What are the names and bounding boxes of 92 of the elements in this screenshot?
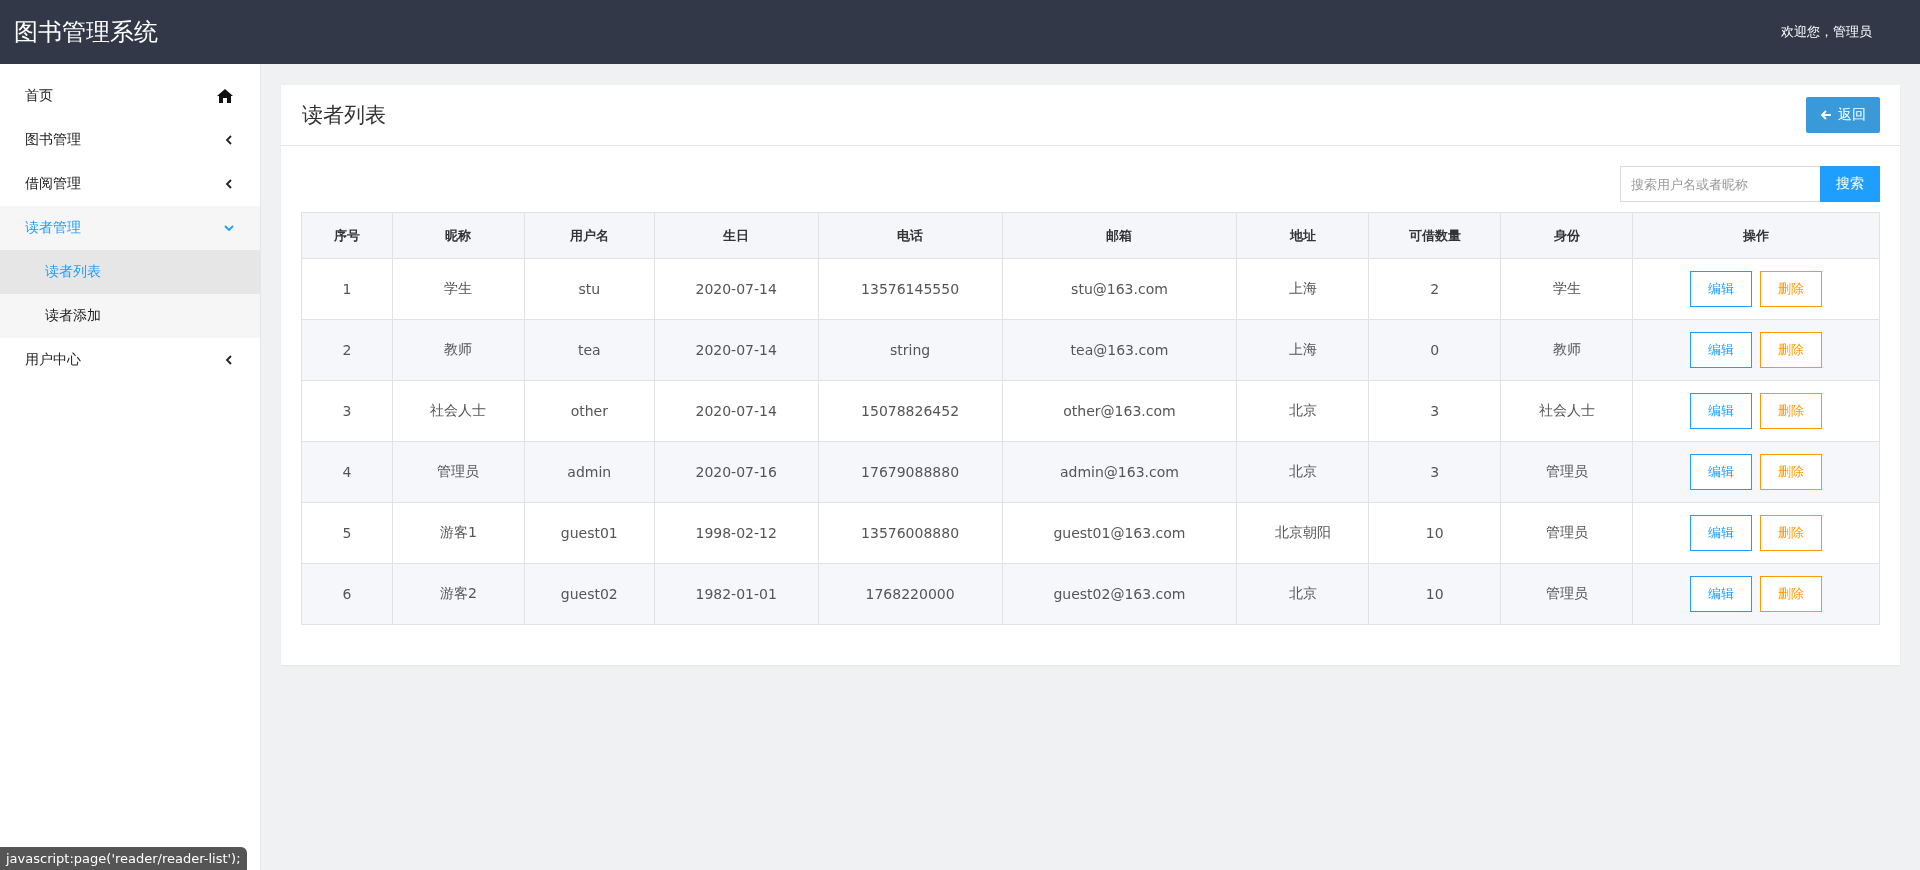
table-cell: 管理员 xyxy=(1500,563,1633,625)
edit-button[interactable]: 编辑 xyxy=(1690,271,1753,307)
table-cell: 社会人士 xyxy=(1500,380,1633,442)
table-cell: stu@163.com xyxy=(1002,258,1237,320)
table-cell: 17679088880 xyxy=(818,441,1003,503)
search-field[interactable]: 搜索用户名或者昵称 xyxy=(1620,166,1820,202)
table-cell: admin xyxy=(524,441,655,503)
column-header: 昵称 xyxy=(392,212,525,259)
table-cell: other@163.com xyxy=(1002,380,1237,442)
table-cell: 教师 xyxy=(1500,319,1633,381)
table-cell: 13576145550 xyxy=(818,258,1003,320)
app-title: 图书管理系统 xyxy=(14,17,158,48)
table-cell: 3 xyxy=(1368,441,1501,503)
chevron-down-icon xyxy=(224,223,234,233)
table-cell: 0 xyxy=(1368,319,1501,381)
edit-button[interactable]: 编辑 xyxy=(1690,454,1753,490)
table-cell: 3 xyxy=(1368,380,1501,442)
search-button[interactable]: 搜索 xyxy=(1820,166,1880,202)
home-icon xyxy=(216,88,234,104)
table-cell: guest02@163.com xyxy=(1002,563,1237,625)
table-cell: 北京 xyxy=(1236,380,1369,442)
back-button[interactable]: 返回 xyxy=(1806,97,1880,133)
table-cell: 北京 xyxy=(1236,563,1369,625)
table-cell: guest01 xyxy=(524,502,655,564)
delete-button[interactable]: 删除 xyxy=(1760,515,1823,551)
table-cell: stu xyxy=(524,258,655,320)
table-cell: admin@163.com xyxy=(1002,441,1237,503)
table-cell: tea xyxy=(524,319,655,381)
table-cell: 管理员 xyxy=(1500,441,1633,503)
table-cell: 上海 xyxy=(1236,319,1369,381)
table-cell: 13576008880 xyxy=(818,502,1003,564)
table-cell: guest02 xyxy=(524,563,655,625)
table-cell: tea@163.com xyxy=(1002,319,1237,381)
table-cell: 4 xyxy=(301,441,393,503)
table-cell: 游客1 xyxy=(392,502,525,564)
table-cell: 2020-07-14 xyxy=(654,380,819,442)
table-cell: 3 xyxy=(301,380,393,442)
table-cell: 6 xyxy=(301,563,393,625)
table-cell: 15078826452 xyxy=(818,380,1003,442)
table-cell: other xyxy=(524,380,655,442)
table-cell: 社会人士 xyxy=(392,380,525,442)
column-header: 用户名 xyxy=(524,212,655,259)
table-cell: 2020-07-14 xyxy=(654,258,819,320)
panel-title: 读者列表 xyxy=(302,102,386,129)
table-cell: 1982-01-01 xyxy=(654,563,819,625)
column-header: 邮箱 xyxy=(1002,212,1237,259)
table-cell: 管理员 xyxy=(392,441,525,503)
table-cell: 1 xyxy=(301,258,393,320)
delete-button[interactable]: 删除 xyxy=(1760,576,1823,612)
table-cell: 10 xyxy=(1368,502,1501,564)
edit-button[interactable]: 编辑 xyxy=(1690,332,1753,368)
table-cell: 10 xyxy=(1368,563,1501,625)
table-cell: 教师 xyxy=(392,319,525,381)
column-header: 生日 xyxy=(654,212,819,259)
welcome-text: 欢迎您，管理员 xyxy=(1781,23,1872,41)
delete-button[interactable]: 删除 xyxy=(1760,332,1823,368)
chevron-left-icon xyxy=(224,179,234,189)
column-header: 可借数量 xyxy=(1368,212,1501,259)
chevron-left-icon xyxy=(224,135,234,145)
table-cell: string xyxy=(818,319,1003,381)
sidebar-subitem[interactable]: 读者添加 xyxy=(0,294,260,338)
table-cell: 管理员 xyxy=(1500,502,1633,564)
delete-button[interactable]: 删除 xyxy=(1760,271,1823,307)
edit-button[interactable]: 编辑 xyxy=(1690,576,1753,612)
delete-button[interactable]: 删除 xyxy=(1760,393,1823,429)
table-cell: 2020-07-14 xyxy=(654,319,819,381)
table-cell: 北京 xyxy=(1236,441,1369,503)
link-preview: javascript:page('reader/reader-list'); xyxy=(0,847,247,870)
table-cell: 1998-02-12 xyxy=(654,502,819,564)
delete-button[interactable]: 删除 xyxy=(1760,454,1823,490)
table-cell: 上海 xyxy=(1236,258,1369,320)
edit-button[interactable]: 编辑 xyxy=(1690,515,1753,551)
table-cell: 游客2 xyxy=(392,563,525,625)
column-header: 序号 xyxy=(301,212,393,259)
chevron-left-icon xyxy=(224,355,234,365)
table-cell: 5 xyxy=(301,502,393,564)
table-cell: guest01@163.com xyxy=(1002,502,1237,564)
sidebar-subitem[interactable]: 读者列表 xyxy=(0,250,260,294)
table-cell: 学生 xyxy=(1500,258,1633,320)
column-header: 身份 xyxy=(1500,212,1633,259)
table-cell: 2 xyxy=(1368,258,1501,320)
edit-button[interactable]: 编辑 xyxy=(1690,393,1753,429)
table-cell: 2020-07-16 xyxy=(654,441,819,503)
table-cell: 1768220000 xyxy=(818,563,1003,625)
sidebar-item[interactable]: 读者管理 xyxy=(0,206,260,250)
column-header: 电话 xyxy=(818,212,1003,259)
table-cell: 学生 xyxy=(392,258,525,320)
column-header: 操作 xyxy=(1632,212,1880,259)
table-cell: 北京朝阳 xyxy=(1236,502,1369,564)
column-header: 地址 xyxy=(1236,212,1369,259)
table-cell: 2 xyxy=(301,319,393,381)
arrow-left-icon xyxy=(1820,109,1832,121)
